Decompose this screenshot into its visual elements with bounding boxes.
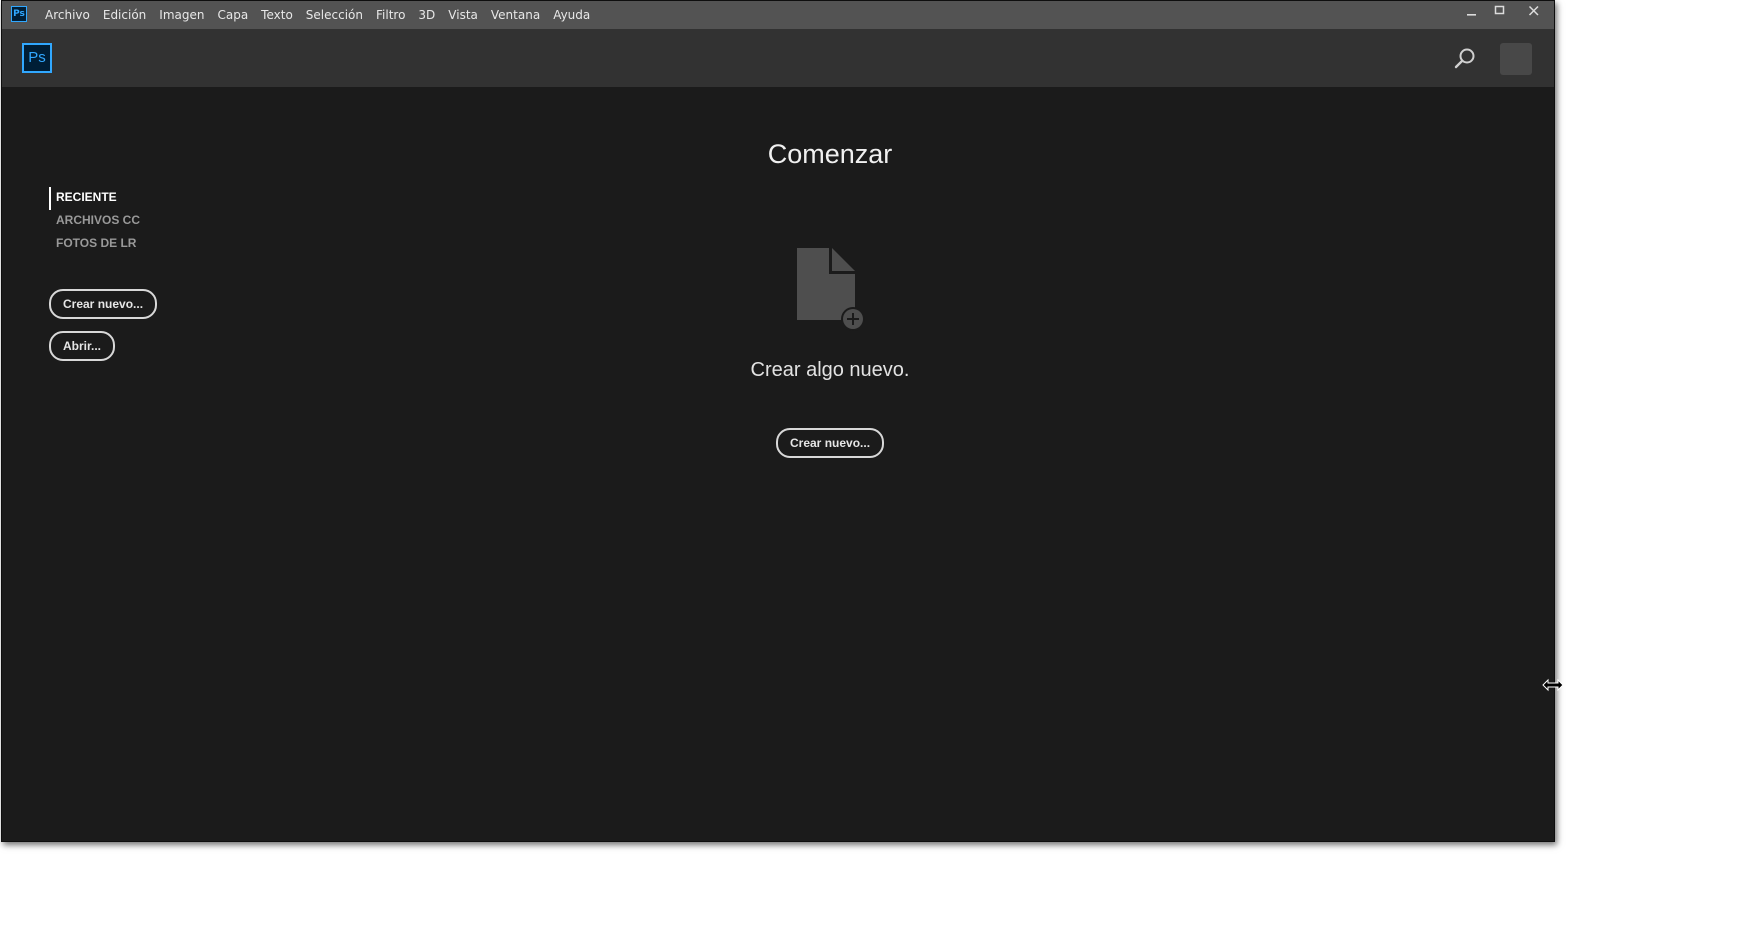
window-controls (1458, 1, 1554, 23)
menu-vista[interactable]: Vista (448, 8, 478, 22)
menu-seleccion[interactable]: Selección (306, 8, 363, 22)
menu-ayuda[interactable]: Ayuda (553, 8, 590, 22)
menu-archivo[interactable]: Archivo (45, 8, 90, 22)
start-header: Ps (2, 29, 1554, 87)
main-subtitle: Crear algo nuevo. (750, 359, 910, 381)
menu-texto[interactable]: Texto (261, 8, 293, 22)
menu-bar: Ps Archivo Edición Imagen Capa Texto Sel… (2, 1, 1554, 29)
menu-3d[interactable]: 3D (418, 8, 435, 22)
page-title: Comenzar (767, 139, 893, 169)
main-create-new-button[interactable]: Crear nuevo... (776, 428, 885, 458)
resize-cursor-icon (1541, 677, 1565, 693)
close-icon (1528, 5, 1539, 16)
menu-edicion[interactable]: Edición (103, 8, 146, 22)
new-document-icon (795, 246, 869, 334)
sidebar-create-new-button[interactable]: Crear nuevo... (49, 289, 158, 319)
close-button[interactable] (1514, 1, 1554, 21)
sidebar: RECIENTE ARCHIVOS CC FOTOS DE LR (49, 187, 140, 256)
maximize-button[interactable] (1486, 1, 1514, 21)
minimize-icon (1467, 14, 1476, 16)
avatar[interactable] (1500, 43, 1532, 75)
photoshop-window: Ps Archivo Edición Imagen Capa Texto Sel… (1, 0, 1555, 842)
open-button[interactable]: Abrir... (49, 331, 116, 361)
menu-filtro[interactable]: Filtro (376, 8, 405, 22)
sidebar-item-archivos-cc[interactable]: ARCHIVOS CC (49, 210, 140, 233)
menu-imagen[interactable]: Imagen (159, 8, 204, 22)
maximize-icon (1494, 5, 1505, 15)
sidebar-item-fotos-lr[interactable]: FOTOS DE LR (49, 233, 140, 256)
search-icon (1454, 48, 1475, 69)
menu-items: Archivo Edición Imagen Capa Texto Selecc… (45, 1, 603, 29)
menu-capa[interactable]: Capa (217, 8, 248, 22)
menu-ventana[interactable]: Ventana (491, 8, 540, 22)
sidebar-item-reciente[interactable]: RECIENTE (49, 187, 140, 210)
minimize-button[interactable] (1458, 1, 1486, 21)
app-icon[interactable]: Ps (11, 6, 27, 22)
photoshop-logo: Ps (22, 43, 52, 73)
search-button[interactable] (1453, 46, 1477, 70)
